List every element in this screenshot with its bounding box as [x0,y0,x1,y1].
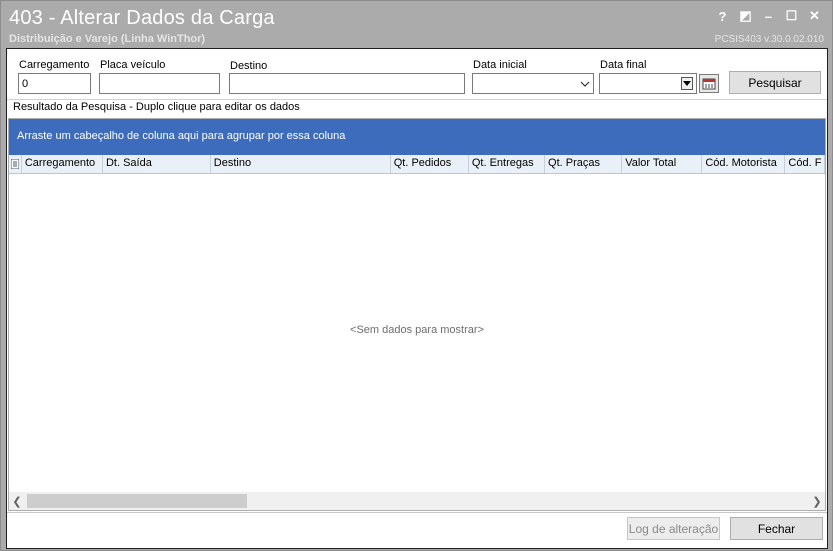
horizontal-scrollbar[interactable]: ❮ ❯ [9,492,825,510]
column-header-row: Carregamento Dt. Saída Destino Qt. Pedid… [9,155,825,174]
pesquisar-label: Pesquisar [748,75,802,90]
fechar-label: Fechar [757,521,796,536]
window-controls: ? ◩ – ☐ ✕ [711,6,826,26]
data-final-picker[interactable] [599,73,697,94]
maximize-icon[interactable]: ☐ [780,6,803,26]
window-title: 403 - Alterar Dados da Carga [9,7,275,29]
footer-divider [7,512,827,513]
column-qt-pracas[interactable]: Qt. Praças [545,155,623,173]
destino-input[interactable] [229,73,465,94]
calendar-icon[interactable] [699,74,719,93]
column-qt-pedidos[interactable]: Qt. Pedidos [391,155,469,173]
data-final-label: Data final [600,59,647,71]
pesquisar-button[interactable]: Pesquisar [729,71,821,94]
column-qt-entregas[interactable]: Qt. Entregas [469,155,546,173]
fechar-button[interactable]: Fechar [730,517,823,540]
form-divider [7,99,827,100]
main-panel: Carregamento Placa veículo Destino Data … [6,48,828,549]
results-title: Resultado da Pesquisa - Duplo clique par… [13,101,300,113]
column-cod-f[interactable]: Cód. F [785,155,825,173]
column-carregamento[interactable]: Carregamento [22,155,103,173]
window-subtitle: Distribuição e Varejo (Linha WinThor) [9,33,206,45]
title-bar[interactable]: 403 - Alterar Dados da Carga Distribuiçã… [1,1,832,48]
column-destino[interactable]: Destino [211,155,391,173]
results-grid[interactable]: Arraste um cabeçalho de coluna aqui para… [8,118,826,511]
minimize-icon[interactable]: – [757,6,780,26]
column-valor-total[interactable]: Valor Total [622,155,703,173]
app-window: 403 - Alterar Dados da Carga Distribuiçã… [0,0,833,551]
help-icon[interactable]: ? [711,6,734,26]
version-label: PCSIS403 v.30.0.02.010 [714,34,824,45]
data-inicial-picker[interactable] [472,73,594,94]
placa-input[interactable] [99,73,220,94]
log-alteracao-label: Log de alteração [628,521,719,536]
empty-grid-message: <Sem dados para mostrar> [350,324,484,336]
data-inicial-label: Data inicial [473,59,527,71]
carregamento-input[interactable] [18,73,91,94]
restore-layout-icon[interactable]: ◩ [734,6,757,26]
placa-label: Placa veículo [100,59,166,71]
column-dt-saida[interactable]: Dt. Saída [103,155,211,173]
scroll-right-icon[interactable]: ❯ [811,494,823,508]
group-by-panel[interactable]: Arraste um cabeçalho de coluna aqui para… [9,119,825,155]
column-chooser-icon[interactable] [9,155,22,173]
scroll-left-icon[interactable]: ❮ [11,494,23,508]
carregamento-label: Carregamento [19,59,90,71]
dropdown-arrow-icon[interactable] [681,77,693,90]
destino-label: Destino [230,60,268,72]
scrollbar-thumb[interactable] [27,494,247,508]
chevron-down-icon [580,81,590,87]
log-alteracao-button[interactable]: Log de alteração [627,517,720,540]
close-icon[interactable]: ✕ [803,6,826,26]
column-cod-motorista[interactable]: Cód. Motorista [702,155,786,173]
